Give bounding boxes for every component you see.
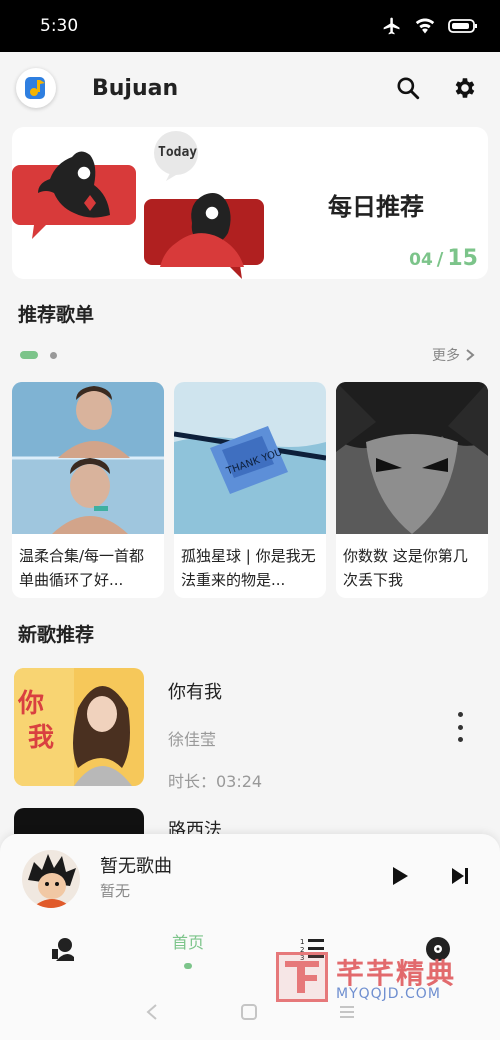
mini-player-cover[interactable]	[22, 850, 80, 908]
watermark: 芊芊精典 MYQQJD.COM	[276, 952, 466, 1002]
tab-active-indicator	[184, 963, 192, 969]
app-logo-icon	[25, 77, 45, 99]
home-icon[interactable]	[240, 1003, 258, 1021]
search-button[interactable]	[388, 68, 428, 108]
status-bar: 5:30	[0, 0, 500, 52]
chevron-right-icon	[466, 349, 475, 361]
app-logo[interactable]	[16, 68, 56, 108]
daily-date: 04 / 15	[409, 246, 478, 271]
daily-date-separator: /	[436, 249, 444, 270]
playlist-title: 你数数 这是你第几次丢下我	[343, 547, 468, 589]
mini-player-artist: 暂无	[100, 882, 131, 900]
more-vertical-icon	[457, 712, 463, 717]
mini-player-song: 暂无歌曲	[100, 856, 172, 877]
playlist-card[interactable]: THANK YOU 孤独星球 | 你是我无法重来的物是...	[174, 382, 326, 598]
daily-recommend-card[interactable]: Today 每日推荐 04 / 15	[12, 127, 488, 279]
gear-icon	[455, 78, 475, 98]
song-info: 你有我 徐佳莹 时长：03:24	[168, 668, 486, 792]
app-title: Bujuan	[92, 75, 179, 101]
playlist-cover: THANK YOU	[174, 382, 326, 534]
playlist-cover	[336, 382, 488, 534]
user-icon	[52, 938, 74, 961]
playlist-cover	[12, 382, 164, 534]
song-info: 路西法	[168, 808, 486, 834]
next-button[interactable]	[446, 862, 474, 890]
playlist-title: 温柔合集/每一首都单曲循环了好...	[19, 547, 145, 589]
more-link[interactable]: 更多	[432, 345, 476, 365]
playlist-card[interactable]: 温柔合集/每一首都单曲循环了好...	[12, 382, 164, 598]
carousel-indicator	[20, 351, 57, 359]
skip-next-icon	[452, 868, 468, 884]
daily-illustration	[12, 131, 264, 279]
watermark-logo	[276, 952, 328, 1002]
tab-home[interactable]: 首页	[158, 924, 218, 974]
tab-home-label: 首页	[171, 933, 204, 952]
song-cover	[14, 808, 144, 834]
song-more-button[interactable]	[448, 712, 472, 742]
more-label: 更多	[432, 348, 460, 364]
wifi-icon	[415, 18, 435, 34]
daily-day: 15	[447, 246, 478, 271]
song-name: 你有我	[168, 682, 222, 703]
svg-text:你: 你	[17, 689, 44, 719]
today-tag: Today	[158, 145, 198, 160]
app-header: Bujuan	[0, 52, 500, 124]
menu-icon[interactable]	[338, 1003, 356, 1021]
song-item[interactable]: 你 我 你有我 徐佳莹 时长：03:24	[14, 668, 486, 792]
playlist-section-title: 推荐歌单	[18, 304, 95, 326]
indicator-dot	[50, 351, 57, 359]
svg-text:我: 我	[28, 723, 54, 753]
play-button[interactable]	[386, 862, 414, 890]
tab-me[interactable]	[32, 924, 92, 974]
back-icon[interactable]	[144, 1003, 160, 1021]
playlist-card[interactable]: 你数数 这是你第几次丢下我	[336, 382, 488, 598]
status-time: 5:30	[40, 16, 79, 36]
daily-month: 04	[409, 250, 433, 270]
play-icon	[393, 867, 408, 885]
settings-button[interactable]	[444, 68, 484, 108]
song-artist: 徐佳莹	[168, 730, 217, 749]
battery-icon	[448, 19, 477, 33]
playlist-title: 孤独星球 | 你是我无法重来的物是...	[181, 547, 316, 589]
daily-title: 每日推荐	[328, 193, 424, 221]
indicator-dot-active	[20, 351, 38, 359]
song-cover: 你 我	[14, 668, 144, 786]
song-duration: 时长：03:24	[168, 772, 263, 791]
song-item[interactable]: 路西法	[14, 808, 486, 834]
search-icon	[397, 77, 420, 100]
system-icons	[382, 16, 478, 36]
playlist-carousel: 温柔合集/每一首都单曲循环了好... THANK YOU 孤独星球 | 你是我无…	[12, 382, 488, 598]
song-name: 路西法	[168, 820, 222, 834]
svg-text:1: 1	[300, 938, 304, 946]
watermark-url: MYQQJD.COM	[336, 986, 441, 1002]
airplane-icon	[383, 17, 400, 35]
new-songs-section-title: 新歌推荐	[18, 624, 95, 646]
